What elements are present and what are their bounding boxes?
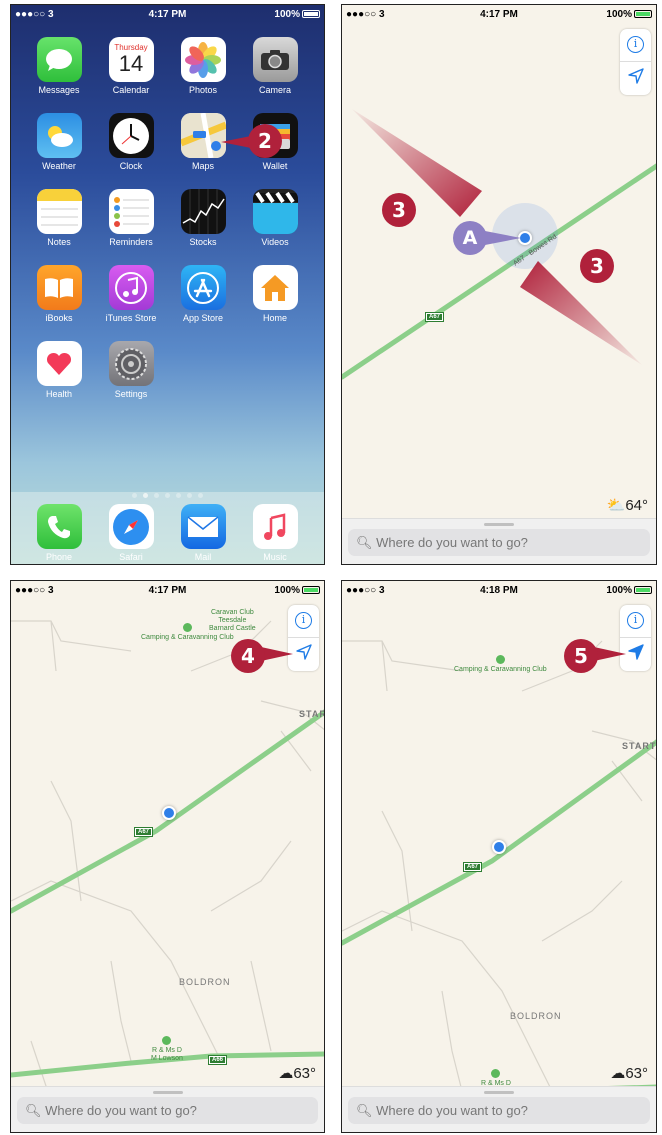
- callout-step-4: 4: [231, 639, 265, 673]
- stocks-icon: [180, 189, 226, 234]
- home-screen: ●●●○○ 3 4:17 PM 100% Messages Thursday 1…: [10, 4, 325, 565]
- road-shield-a67: A67: [462, 862, 483, 872]
- mail-envelope-icon: [180, 504, 226, 549]
- app-messages[interactable]: Messages: [29, 37, 89, 95]
- reminders-icon: [108, 189, 154, 234]
- dock-phone[interactable]: Phone: [29, 504, 89, 562]
- app-home[interactable]: Home: [245, 265, 305, 323]
- app-health[interactable]: Health: [29, 341, 89, 399]
- callout-step-5: 5: [564, 639, 598, 673]
- search-icon: 🔍︎: [356, 1103, 373, 1118]
- app-photos[interactable]: Photos: [173, 37, 233, 95]
- app-app-store[interactable]: App Store: [173, 265, 233, 323]
- place-start: START: [622, 741, 657, 751]
- music-note-icon: [252, 504, 298, 549]
- drag-handle[interactable]: [484, 1091, 514, 1094]
- place-boldron: BOLDRON: [510, 1011, 562, 1021]
- cloud-icon: ☁: [278, 1065, 294, 1082]
- search-icon: 🔍︎: [25, 1103, 42, 1118]
- home-icon: [252, 265, 298, 310]
- app-clock[interactable]: Clock: [101, 113, 161, 171]
- weather-badge: ☁63°: [610, 1065, 648, 1082]
- notes-icon: [36, 189, 82, 234]
- dock-music[interactable]: Music: [245, 504, 305, 562]
- maps-location[interactable]: ●●●○○ 3 4:17 PM 100% Camping & Caravanni…: [10, 580, 325, 1133]
- phone-icon: [36, 504, 82, 549]
- callout-arrow: [594, 647, 626, 661]
- dock-safari[interactable]: Safari: [101, 504, 161, 562]
- status-bar: ●●●○○ 3 4:18 PM 100%: [342, 581, 656, 599]
- itunes-store-icon: [108, 265, 154, 310]
- callout-arrow: [221, 136, 251, 148]
- callout-step-3-right: 3: [580, 249, 614, 283]
- battery-status: 100%: [274, 9, 320, 20]
- app-store-icon: [180, 265, 226, 310]
- info-button[interactable]: i: [627, 612, 644, 629]
- safari-compass-icon: [108, 504, 154, 549]
- messages-icon: [36, 37, 82, 82]
- maps-zoomed[interactable]: ●●●○○ 3 4:17 PM 100% A67 · Bowes Rd A67 …: [341, 4, 657, 565]
- location-arrow-icon[interactable]: [295, 643, 313, 661]
- maps-tracking[interactable]: ●●●○○ 3 4:18 PM 100% Camping & Caravanni…: [341, 580, 657, 1133]
- app-settings[interactable]: Settings: [101, 341, 161, 399]
- settings-gear-icon: [108, 341, 154, 386]
- callout-step-2: 2: [248, 124, 282, 158]
- status-bar: ●●●○○ 3 4:17 PM 100%: [11, 581, 324, 599]
- app-weather[interactable]: Weather: [29, 113, 89, 171]
- callout-a-arrow: [485, 231, 521, 245]
- poi-lowson[interactable]: R & Ms D M Lowson: [151, 1036, 183, 1063]
- search-field[interactable]: 🔍︎ Where do you want to go?: [348, 1097, 650, 1124]
- drag-handle[interactable]: [152, 1091, 183, 1094]
- camera-icon: [252, 37, 298, 82]
- location-arrow-filled-icon[interactable]: [627, 643, 645, 661]
- app-camera[interactable]: Camera: [245, 37, 305, 95]
- place-start: START: [299, 709, 324, 719]
- videos-icon: [252, 189, 298, 234]
- app-calendar[interactable]: Thursday 14 Calendar: [101, 37, 161, 95]
- app-reminders[interactable]: Reminders: [101, 189, 161, 247]
- callout-a: A: [453, 221, 487, 255]
- current-location-dot: [492, 840, 506, 854]
- maps-icon: [180, 113, 226, 158]
- current-location-dot: [162, 806, 176, 820]
- ibooks-icon: [36, 265, 82, 310]
- calendar-icon: Thursday 14: [108, 37, 154, 82]
- weather-badge: ☁63°: [278, 1065, 316, 1082]
- cloud-icon: ☁: [610, 1065, 626, 1082]
- search-panel: 🔍︎ Where do you want to go?: [11, 1086, 324, 1132]
- map-controls: i: [288, 605, 319, 671]
- weather-icon: [36, 113, 82, 158]
- callout-step-3-left: 3: [382, 193, 416, 227]
- app-ibooks[interactable]: iBooks: [29, 265, 89, 323]
- app-videos[interactable]: Videos: [245, 189, 305, 247]
- app-notes[interactable]: Notes: [29, 189, 89, 247]
- photos-icon: [180, 37, 226, 82]
- road-shield-a67: A67: [133, 827, 154, 837]
- search-field[interactable]: 🔍︎ Where do you want to go?: [17, 1097, 318, 1124]
- search-panel: 🔍︎ Where do you want to go?: [342, 1086, 656, 1132]
- road-shield-a66: A66: [207, 1055, 228, 1065]
- info-button[interactable]: i: [295, 612, 312, 629]
- status-bar: ●●●○○ 3 4:17 PM 100%: [11, 5, 324, 23]
- clock-icon: [108, 113, 154, 158]
- place-boldron: BOLDRON: [179, 977, 231, 987]
- poi-camping[interactable]: Camping & Caravanning Club: [454, 655, 547, 674]
- health-heart-icon: [36, 341, 82, 386]
- callout-arrow: [261, 647, 293, 661]
- dock: Phone Safari Mail Music: [11, 492, 324, 564]
- app-itunes-store[interactable]: iTunes Store: [101, 265, 161, 323]
- poi-caravan-club[interactable]: Caravan Club Teesdale Barnard Castle: [209, 609, 256, 633]
- app-stocks[interactable]: Stocks: [173, 189, 233, 247]
- dock-mail[interactable]: Mail: [173, 504, 233, 562]
- pinch-gesture-arrows: [352, 109, 642, 365]
- map-controls: i: [620, 605, 651, 671]
